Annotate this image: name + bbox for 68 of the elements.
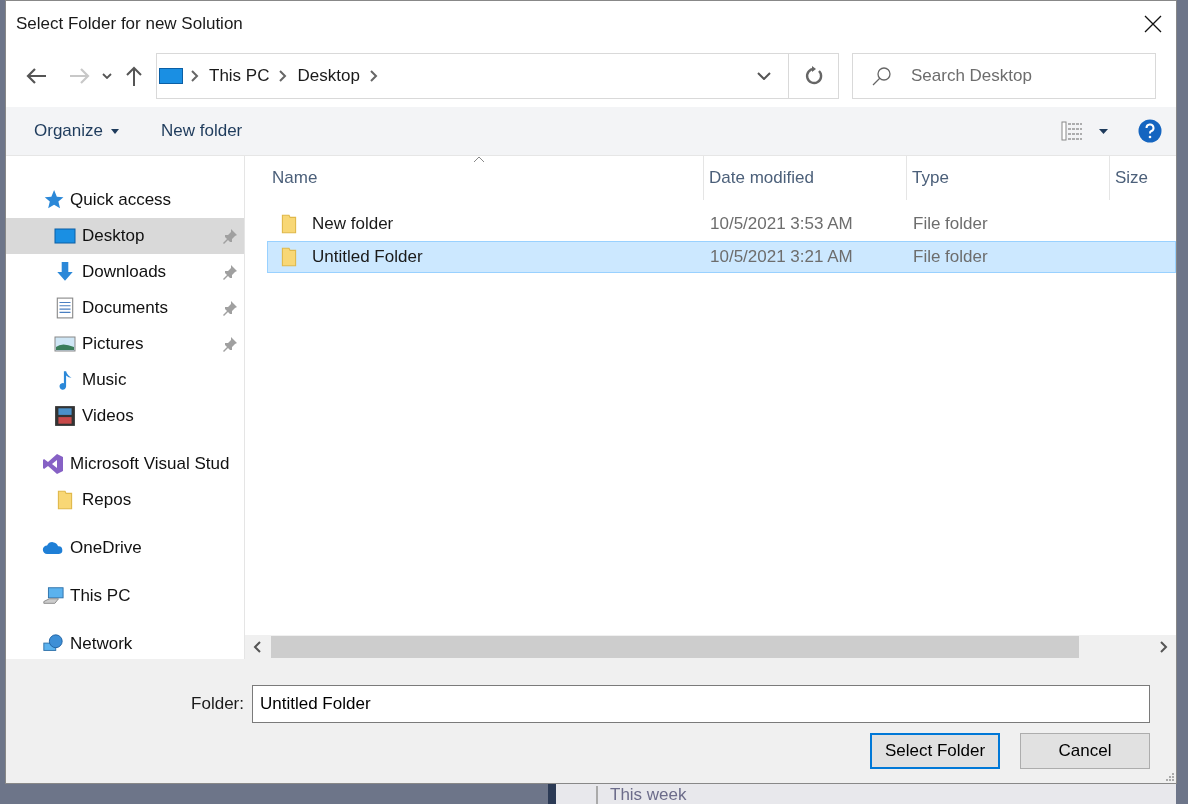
folder-name-field[interactable]: Untitled Folder xyxy=(252,685,1150,723)
up-arrow-icon xyxy=(125,65,143,87)
help-icon xyxy=(1138,119,1162,143)
window-title: Select Folder for new Solution xyxy=(16,14,243,34)
pin-icon xyxy=(222,300,238,316)
organize-button[interactable]: Organize xyxy=(22,117,131,145)
search-field[interactable]: Search Desktop xyxy=(852,53,1156,99)
breadcrumb[interactable]: Desktop xyxy=(295,64,362,88)
column-header[interactable]: Size xyxy=(1110,156,1188,200)
infinity-logo-icon xyxy=(42,453,64,475)
sidebar-item[interactable]: OneDrive xyxy=(6,530,244,566)
star-icon xyxy=(42,189,64,211)
file-name: Untitled Folder xyxy=(312,247,423,267)
sidebar-item[interactable]: Quick access xyxy=(6,182,244,218)
refresh-icon xyxy=(803,66,824,86)
file-row[interactable]: New folder 10/5/2021 3:53 AM File folder xyxy=(267,208,1176,240)
monitor-icon xyxy=(159,68,183,84)
sidebar-item[interactable]: Videos xyxy=(6,398,244,434)
right-arrow-icon xyxy=(69,67,91,85)
left-arrow-icon xyxy=(25,67,47,85)
sidebar-item[interactable]: This PC xyxy=(6,578,244,614)
column-header[interactable]: Name xyxy=(267,156,704,200)
column-header[interactable]: Date modified xyxy=(704,156,907,200)
chevron-down-icon xyxy=(757,72,771,80)
pin-icon xyxy=(222,336,238,352)
cancel-button[interactable]: Cancel xyxy=(1020,733,1150,769)
date-cell-text: 10/5/2021 3:53 AM xyxy=(709,214,854,234)
breadcrumb[interactable]: This PC xyxy=(207,64,272,88)
chevron-left-icon xyxy=(253,641,261,653)
background-text: This week xyxy=(596,786,687,804)
file-name: New folder xyxy=(312,214,394,234)
scroll-thumb[interactable] xyxy=(271,636,1079,658)
chevron-icon xyxy=(279,70,288,82)
sidebar-item[interactable]: Network xyxy=(6,626,244,662)
details-view-icon xyxy=(1061,121,1083,141)
sidebar-item[interactable]: Microsoft Visual Stud xyxy=(6,446,244,482)
help-button[interactable] xyxy=(1138,119,1162,143)
search-icon xyxy=(872,66,892,86)
sidebar-item[interactable]: Repos xyxy=(6,482,244,518)
sidebar-item[interactable]: Documents xyxy=(6,290,244,326)
sidebar-item[interactable]: Pictures xyxy=(6,326,244,362)
address-bar[interactable]: This PC Desktop xyxy=(156,53,839,99)
type-cell-text: File folder xyxy=(912,247,988,267)
caret-icon xyxy=(1099,128,1108,134)
pin-icon xyxy=(222,264,238,280)
monitor-icon xyxy=(54,225,76,247)
pin-icon xyxy=(222,228,238,244)
computer-icon xyxy=(42,585,64,607)
folder-label: Folder: xyxy=(191,694,244,714)
caret-icon xyxy=(111,128,119,134)
column-header[interactable]: Type xyxy=(907,156,1110,200)
type-cell-text: File folder xyxy=(912,214,988,234)
chevron-right-icon xyxy=(1160,641,1168,653)
sidebar-item[interactable]: Downloads xyxy=(6,254,244,290)
new-folder-button[interactable]: New folder xyxy=(149,117,255,145)
chevron-icon xyxy=(191,70,199,82)
date-cell-text: 10/5/2021 3:21 AM xyxy=(709,247,854,267)
select-folder-button[interactable]: Select Folder xyxy=(870,733,1000,769)
document-icon xyxy=(54,297,76,319)
sidebar-item[interactable]: Desktop xyxy=(6,218,244,254)
picture-icon xyxy=(54,333,76,355)
resize-grip-icon xyxy=(1164,771,1174,781)
close-icon xyxy=(1144,15,1162,33)
chevron-down-icon xyxy=(102,73,112,79)
sidebar-item[interactable]: Music xyxy=(6,362,244,398)
film-icon xyxy=(54,405,76,427)
file-row[interactable]: Untitled Folder 10/5/2021 3:21 AM File folder xyxy=(267,241,1176,273)
chevron-icon xyxy=(369,70,378,82)
